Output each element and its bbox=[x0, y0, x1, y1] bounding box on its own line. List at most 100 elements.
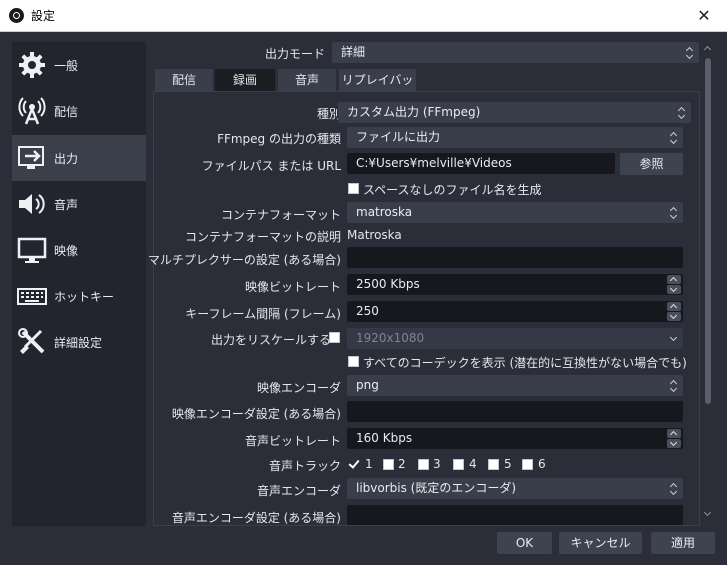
ffmpeg-output-type-select[interactable]: ファイルに出力 bbox=[347, 127, 683, 148]
spin-up-icon[interactable] bbox=[667, 275, 681, 284]
browse-button[interactable]: 参照 bbox=[620, 153, 683, 175]
sidebar-item-stream[interactable]: 配信 bbox=[12, 88, 146, 134]
tab-recording[interactable]: 録画 bbox=[215, 69, 275, 91]
spin-down-icon[interactable] bbox=[667, 312, 681, 321]
audio-encoder-select[interactable]: libvorbis (既定のエンコーダ) bbox=[347, 478, 683, 499]
ok-button[interactable]: OK bbox=[497, 532, 552, 554]
no-space-filename-checkbox[interactable] bbox=[348, 183, 359, 194]
spin-buttons[interactable] bbox=[667, 302, 681, 321]
chevron-down-icon bbox=[665, 328, 683, 349]
muxer-settings-label: マルチプレクサーの設定 (ある場合) bbox=[147, 253, 341, 267]
chevron-updown-icon bbox=[665, 478, 683, 499]
rescale-checkbox[interactable] bbox=[329, 332, 340, 343]
sidebar-item-label: 詳細設定 bbox=[54, 336, 103, 350]
cancel-button[interactable]: キャンセル bbox=[559, 532, 642, 554]
audio-encoder-label: 音声エンコーダ bbox=[256, 484, 341, 498]
audio-track-label: 音声トラック bbox=[268, 459, 341, 473]
monitor-icon bbox=[17, 237, 47, 263]
spin-down-icon[interactable] bbox=[667, 285, 681, 294]
chevron-updown-icon bbox=[673, 102, 691, 123]
container-format-select[interactable]: matroska bbox=[347, 202, 683, 223]
video-bitrate-spinbox[interactable]: 2500 Kbps bbox=[347, 274, 683, 295]
chevron-updown-icon bbox=[665, 375, 683, 396]
no-space-filename-label: スペースなしのファイル名を生成 bbox=[363, 183, 542, 197]
container-desc-label: コンテナフォーマットの説明 bbox=[184, 230, 341, 244]
sidebar-item-label: 映像 bbox=[54, 244, 79, 258]
muxer-settings-input[interactable] bbox=[347, 247, 683, 268]
speaker-icon bbox=[19, 194, 45, 214]
audio-track-2-checkbox[interactable] bbox=[383, 459, 394, 470]
obs-app-icon bbox=[9, 8, 24, 23]
output-mode-select[interactable]: 詳細 bbox=[332, 42, 699, 63]
keyframe-interval-spinbox[interactable]: 250 bbox=[347, 301, 683, 322]
audio-bitrate-label: 音声ビットレート bbox=[244, 434, 341, 448]
audio-track-5-label: 5 bbox=[504, 457, 512, 471]
spin-up-icon[interactable] bbox=[667, 429, 681, 438]
scroll-down-icon[interactable] bbox=[704, 511, 712, 517]
chevron-updown-icon bbox=[665, 202, 683, 223]
tab-audio[interactable]: 音声 bbox=[278, 69, 336, 91]
keyframe-interval-label: キーフレーム間隔 (フレーム) bbox=[185, 307, 341, 321]
settings-sidebar: 一般 配信 出力 音声 映像 ホットキー 詳細設定 bbox=[12, 42, 146, 526]
container-format-label: コンテナフォーマット bbox=[220, 208, 341, 222]
sidebar-item-output[interactable]: 出力 bbox=[12, 135, 146, 181]
gear-icon bbox=[19, 52, 45, 78]
show-all-codecs-label: すべてのコーデックを表示 (潜在的に互換性がない場合でも) bbox=[363, 356, 687, 370]
sidebar-item-hotkeys[interactable]: ホットキー bbox=[12, 273, 146, 319]
spin-down-icon[interactable] bbox=[667, 439, 681, 448]
audio-bitrate-spinbox[interactable]: 160 Kbps bbox=[347, 428, 683, 449]
output-icon bbox=[18, 146, 44, 169]
sidebar-item-label: 出力 bbox=[54, 152, 79, 166]
audio-encoder-settings-input[interactable] bbox=[347, 505, 683, 525]
spin-up-icon[interactable] bbox=[667, 302, 681, 311]
ffmpeg-output-type-label: FFmpeg の出力の種類 bbox=[217, 132, 341, 146]
output-mode-label: 出力モード bbox=[264, 47, 325, 61]
audio-track-1-label: 1 bbox=[365, 457, 373, 471]
tools-icon bbox=[18, 328, 45, 354]
sidebar-item-label: 音声 bbox=[54, 198, 79, 212]
audio-track-3-checkbox[interactable] bbox=[418, 459, 429, 470]
chevron-updown-icon bbox=[681, 42, 699, 63]
filepath-input[interactable]: C:¥Users¥melville¥Videos bbox=[347, 153, 615, 174]
audio-encoder-settings-label: 音声エンコーダ設定 (ある場合) bbox=[171, 511, 341, 525]
scrollbar-thumb[interactable] bbox=[705, 58, 711, 404]
spin-buttons[interactable] bbox=[667, 429, 681, 448]
spin-buttons[interactable] bbox=[667, 275, 681, 294]
audio-track-4-label: 4 bbox=[469, 457, 477, 471]
sidebar-item-label: 配信 bbox=[54, 105, 79, 119]
keyboard-icon bbox=[17, 288, 47, 305]
audio-track-2-label: 2 bbox=[398, 457, 406, 471]
audio-track-3-label: 3 bbox=[433, 457, 441, 471]
filepath-label: ファイルパス または URL bbox=[201, 159, 341, 173]
sidebar-item-general[interactable]: 一般 bbox=[12, 42, 146, 88]
sidebar-item-label: ホットキー bbox=[54, 290, 115, 304]
apply-button[interactable]: 適用 bbox=[651, 532, 715, 554]
rescale-label: 出力をリスケールする bbox=[210, 333, 331, 347]
chevron-updown-icon bbox=[665, 127, 683, 148]
broadcast-icon bbox=[18, 97, 46, 125]
audio-track-5-checkbox[interactable] bbox=[488, 459, 499, 470]
tab-stream[interactable]: 配信 bbox=[155, 69, 213, 91]
show-all-codecs-checkbox[interactable] bbox=[348, 356, 359, 367]
sidebar-item-video[interactable]: 映像 bbox=[12, 227, 146, 273]
audio-track-6-checkbox[interactable] bbox=[522, 459, 533, 470]
sidebar-item-audio[interactable]: 音声 bbox=[12, 181, 146, 227]
video-bitrate-label: 映像ビットレート bbox=[244, 280, 341, 294]
close-button[interactable]: ✕ bbox=[681, 0, 727, 31]
window-title: 設定 bbox=[31, 9, 56, 23]
type-select[interactable]: カスタム出力 (FFmpeg) bbox=[338, 102, 691, 123]
sidebar-item-advanced[interactable]: 詳細設定 bbox=[12, 319, 146, 365]
video-encoder-settings-label: 映像エンコーダ設定 (ある場合) bbox=[171, 407, 341, 421]
scroll-up-icon[interactable] bbox=[704, 45, 712, 51]
video-encoder-settings-input[interactable] bbox=[347, 401, 683, 422]
title-bar: 設定 ✕ bbox=[0, 0, 727, 32]
tab-replay-buffer[interactable]: リプレイバッファ bbox=[339, 69, 416, 109]
video-encoder-select[interactable]: png bbox=[347, 375, 683, 396]
video-encoder-label: 映像エンコーダ bbox=[256, 381, 341, 395]
container-desc-value: Matroska bbox=[347, 228, 402, 242]
audio-track-1-checkbox[interactable] bbox=[349, 459, 360, 470]
rescale-resolution-select[interactable]: 1920x1080 bbox=[347, 328, 683, 349]
audio-track-6-label: 6 bbox=[538, 457, 546, 471]
sidebar-item-label: 一般 bbox=[54, 59, 79, 73]
audio-track-4-checkbox[interactable] bbox=[453, 459, 464, 470]
